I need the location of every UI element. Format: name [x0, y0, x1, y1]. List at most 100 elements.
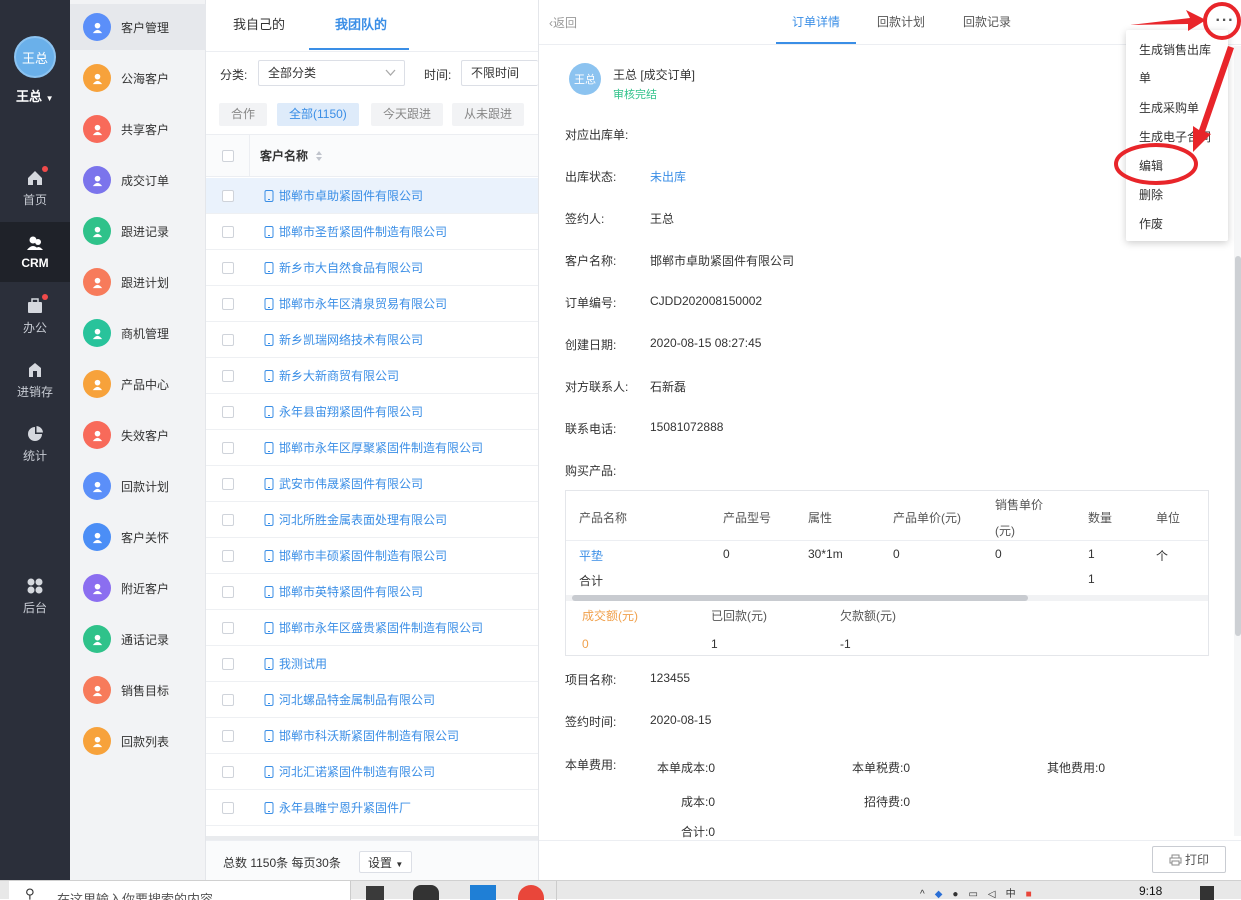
- row-checkbox[interactable]: [222, 801, 234, 814]
- menu-item-generate-contract[interactable]: 生成电子合同: [1139, 128, 1211, 145]
- customer-name-link[interactable]: 邯郸市英特紧固件有限公司: [264, 583, 423, 600]
- sort-icon[interactable]: [314, 150, 324, 162]
- back-button[interactable]: ‹返回: [549, 14, 577, 31]
- tab-mine[interactable]: 我自己的: [233, 0, 285, 50]
- menu-item-13[interactable]: 通话记录: [70, 616, 206, 662]
- table-row[interactable]: 河北汇诺紧固件制造有限公司: [206, 754, 538, 790]
- nav-item-home[interactable]: 首页: [0, 158, 70, 218]
- row-checkbox[interactable]: [222, 729, 234, 742]
- table-row[interactable]: 邯郸市永年区盛贵紧固件制造有限公司: [206, 610, 538, 646]
- row-checkbox[interactable]: [222, 261, 234, 274]
- task-view-icon[interactable]: [366, 886, 384, 900]
- table-row[interactable]: 我测试用: [206, 646, 538, 682]
- customer-name-link[interactable]: 永年县睢宁恩升紧固件厂: [264, 799, 411, 816]
- customer-name-link[interactable]: 邯郸市丰硕紧固件制造有限公司: [264, 547, 447, 564]
- nav-item-admin[interactable]: 后台: [0, 566, 70, 626]
- menu-item-3[interactable]: 共享客户: [70, 106, 206, 152]
- table-scrollbar-thumb[interactable]: [572, 595, 1028, 601]
- user-avatar[interactable]: 王总: [14, 36, 56, 78]
- field-value[interactable]: 未出库: [650, 168, 686, 185]
- browser-icon[interactable]: [518, 885, 544, 900]
- nav-item-crm[interactable]: CRM: [0, 222, 70, 282]
- table-row[interactable]: 邯郸市英特紧固件有限公司: [206, 574, 538, 610]
- time-select[interactable]: 不限时间: [461, 60, 538, 86]
- user-menu[interactable]: 王总 ▼: [16, 86, 54, 105]
- system-tray[interactable]: ^ ◆ ● ▭ ◁ 中 ■: [920, 884, 1100, 900]
- customer-name-link[interactable]: 邯郸市科沃斯紧固件制造有限公司: [264, 727, 459, 744]
- row-checkbox[interactable]: [222, 513, 234, 526]
- menu-item-8[interactable]: 产品中心: [70, 361, 206, 407]
- customer-name-link[interactable]: 我测试用: [264, 655, 327, 672]
- customer-name-link[interactable]: 河北螺品特金属制品有限公司: [264, 691, 435, 708]
- table-row[interactable]: 新乡大新商贸有限公司: [206, 358, 538, 394]
- column-header-name[interactable]: 客户名称: [260, 147, 308, 164]
- row-checkbox[interactable]: [222, 549, 234, 562]
- settings-button[interactable]: 设置 ▼: [359, 851, 413, 873]
- row-checkbox[interactable]: [222, 477, 234, 490]
- table-row[interactable]: 邯郸市圣哲紧固件制造有限公司: [206, 214, 538, 250]
- row-checkbox[interactable]: [222, 333, 234, 346]
- row-checkbox[interactable]: [222, 693, 234, 706]
- table-row[interactable]: 武安市伟晟紧固件有限公司: [206, 466, 538, 502]
- menu-item-7[interactable]: 商机管理: [70, 310, 206, 356]
- table-row[interactable]: 邯郸市卓助紧固件有限公司: [206, 178, 538, 214]
- app-icon[interactable]: [413, 885, 439, 900]
- nav-item-inventory[interactable]: 进销存: [0, 350, 70, 410]
- chip-never[interactable]: 从未跟进: [452, 103, 525, 126]
- tab-team[interactable]: 我团队的: [335, 0, 387, 50]
- table-row[interactable]: 河北所胜金属表面处理有限公司: [206, 502, 538, 538]
- menu-item-6[interactable]: 跟进计划: [70, 259, 206, 305]
- table-row[interactable]: 永年县宙翔紧固件有限公司: [206, 394, 538, 430]
- row-checkbox[interactable]: [222, 369, 234, 382]
- customer-name-link[interactable]: 邯郸市圣哲紧固件制造有限公司: [264, 223, 447, 240]
- detail-scrollbar-thumb[interactable]: [1235, 256, 1241, 636]
- customer-name-link[interactable]: 新乡大新商贸有限公司: [264, 367, 399, 384]
- customer-name-link[interactable]: 邯郸市永年区厚聚紧固件制造有限公司: [264, 439, 483, 456]
- menu-item-15[interactable]: 回款列表: [70, 718, 206, 764]
- table-row[interactable]: 邯郸市永年区厚聚紧固件制造有限公司: [206, 430, 538, 466]
- menu-item-generate-sales-out[interactable]: 生成销售出库: [1139, 41, 1211, 58]
- customer-name-link[interactable]: 武安市伟晟紧固件有限公司: [264, 475, 423, 492]
- row-checkbox[interactable]: [222, 297, 234, 310]
- app-icon[interactable]: [470, 885, 496, 900]
- print-button[interactable]: 打印: [1152, 846, 1226, 873]
- menu-item-10[interactable]: 回款计划: [70, 463, 206, 509]
- chip-cooperation[interactable]: 合作: [219, 103, 268, 126]
- customer-name-link[interactable]: 新乡凯瑞网络技术有限公司: [264, 331, 423, 348]
- row-checkbox[interactable]: [222, 657, 234, 670]
- tab-payment-plan[interactable]: 回款计划: [877, 0, 925, 44]
- nav-item-stats[interactable]: 统计: [0, 414, 70, 474]
- row-checkbox[interactable]: [222, 405, 234, 418]
- row-checkbox[interactable]: [222, 189, 234, 202]
- menu-item-void[interactable]: 作废: [1139, 215, 1163, 232]
- menu-item-2[interactable]: 公海客户: [70, 55, 206, 101]
- customer-name-link[interactable]: 邯郸市卓助紧固件有限公司: [264, 187, 423, 204]
- customer-name-link[interactable]: 河北汇诺紧固件制造有限公司: [264, 763, 435, 780]
- table-row[interactable]: 邯郸市永年区清泉贸易有限公司: [206, 286, 538, 322]
- customer-name-link[interactable]: 河北所胜金属表面处理有限公司: [264, 511, 447, 528]
- product-link[interactable]: 平垫: [579, 547, 603, 564]
- customer-name-link[interactable]: 新乡市大自然食品有限公司: [264, 259, 423, 276]
- tab-payment-record[interactable]: 回款记录: [963, 0, 1011, 44]
- notification-center-icon[interactable]: [1200, 886, 1214, 900]
- chip-all[interactable]: 全部(1150): [277, 103, 359, 126]
- menu-item-generate-purchase[interactable]: 生成采购单: [1139, 99, 1199, 116]
- menu-item-12[interactable]: 附近客户: [70, 565, 206, 611]
- menu-item-14[interactable]: 销售目标: [70, 667, 206, 713]
- table-scrollbar[interactable]: [566, 595, 1208, 601]
- detail-scrollbar[interactable]: [1234, 46, 1241, 836]
- row-checkbox[interactable]: [222, 441, 234, 454]
- customer-name-link[interactable]: 永年县宙翔紧固件有限公司: [264, 403, 423, 420]
- menu-item-4[interactable]: 成交订单: [70, 157, 206, 203]
- table-row[interactable]: 河北螺品特金属制品有限公司: [206, 682, 538, 718]
- customer-name-link[interactable]: 邯郸市永年区盛贵紧固件制造有限公司: [264, 619, 483, 636]
- table-row[interactable]: 新乡市大自然食品有限公司: [206, 250, 538, 286]
- taskbar-search[interactable]: ⚲ 在这里输入你要搜索的内容: [9, 881, 351, 900]
- row-checkbox[interactable]: [222, 585, 234, 598]
- customer-name-link[interactable]: 邯郸市永年区清泉贸易有限公司: [264, 295, 447, 312]
- table-row[interactable]: 邯郸市科沃斯紧固件制造有限公司: [206, 718, 538, 754]
- menu-item-generate-sales-out-cont[interactable]: 单: [1139, 69, 1151, 86]
- menu-item-edit[interactable]: 编辑: [1139, 157, 1163, 174]
- table-row[interactable]: 永年县睢宁恩升紧固件厂: [206, 790, 538, 826]
- row-checkbox[interactable]: [222, 225, 234, 238]
